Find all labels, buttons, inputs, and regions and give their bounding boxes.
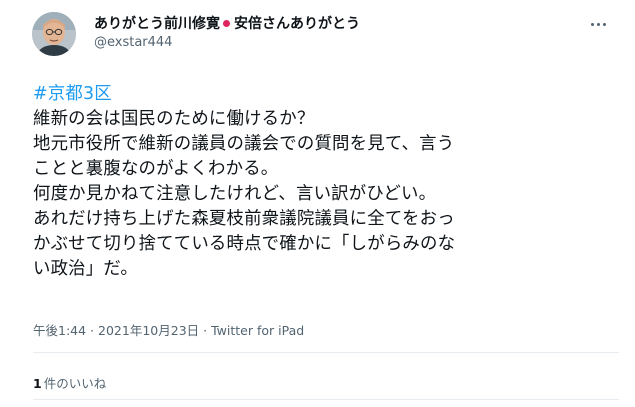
tweet-line: 何度か見かねて注意したけれど、言い訳がひどい。 [33, 184, 437, 204]
tweet-meta: 午後1:44 · 2021年10月23日 · Twitter for iPad [33, 320, 304, 339]
display-name[interactable]: ありがとう前川修寛 安倍さんありがとう [94, 15, 360, 33]
red-circle-icon [223, 19, 230, 27]
like-label: 件のいいね [43, 376, 107, 391]
user-handle[interactable]: @exstar444 [94, 33, 360, 53]
meta-separator: · [203, 323, 208, 338]
tweet-text: #京都3区 維新の会は国民のために働けるか？ 地元市役所で維新の議員の議会での質… [33, 82, 613, 282]
display-name-part1: ありがとう前川修寛 [94, 16, 220, 32]
tweet-line: ことと裏腹なのがよくわかる。 [33, 159, 279, 179]
tweet-line: かぶせて切り捨てている時点で確かに「しがらみのな [33, 234, 456, 254]
display-name-part2: 安倍さんありがとう [234, 16, 360, 32]
hashtag-link[interactable]: #京都3区 [33, 84, 112, 104]
tweet-time[interactable]: 午後1:44 [33, 323, 86, 338]
avatar[interactable] [32, 12, 76, 56]
tweet-line: 維新の会は国民のために働けるか？ [33, 109, 315, 129]
tweet-line: い政治」だ。 [33, 259, 139, 279]
tweet-header: ありがとう前川修寛 安倍さんありがとう @exstar444 [32, 12, 612, 56]
tweet-source[interactable]: Twitter for iPad [211, 323, 304, 338]
user-info: ありがとう前川修寛 安倍さんありがとう @exstar444 [94, 15, 360, 53]
tweet-line: あれだけ持ち上げた森夏枝前衆議院議員に全てをおっ [33, 209, 455, 229]
tweet: ありがとう前川修寛 安倍さんありがとう @exstar444 #京都3区 維新の会… [0, 0, 635, 407]
divider [33, 399, 619, 400]
likes-stat[interactable]: 1 件のいいね [33, 373, 106, 392]
more-dots-icon[interactable] [586, 14, 610, 34]
meta-separator: · [90, 323, 95, 338]
like-count: 1 [33, 376, 42, 391]
tweet-date[interactable]: 2021年10月23日 [98, 323, 199, 338]
avatar-image [32, 12, 76, 56]
tweet-line: 地元市役所で維新の議員の議会での質問を見て、言う [33, 134, 455, 154]
divider [33, 352, 619, 353]
